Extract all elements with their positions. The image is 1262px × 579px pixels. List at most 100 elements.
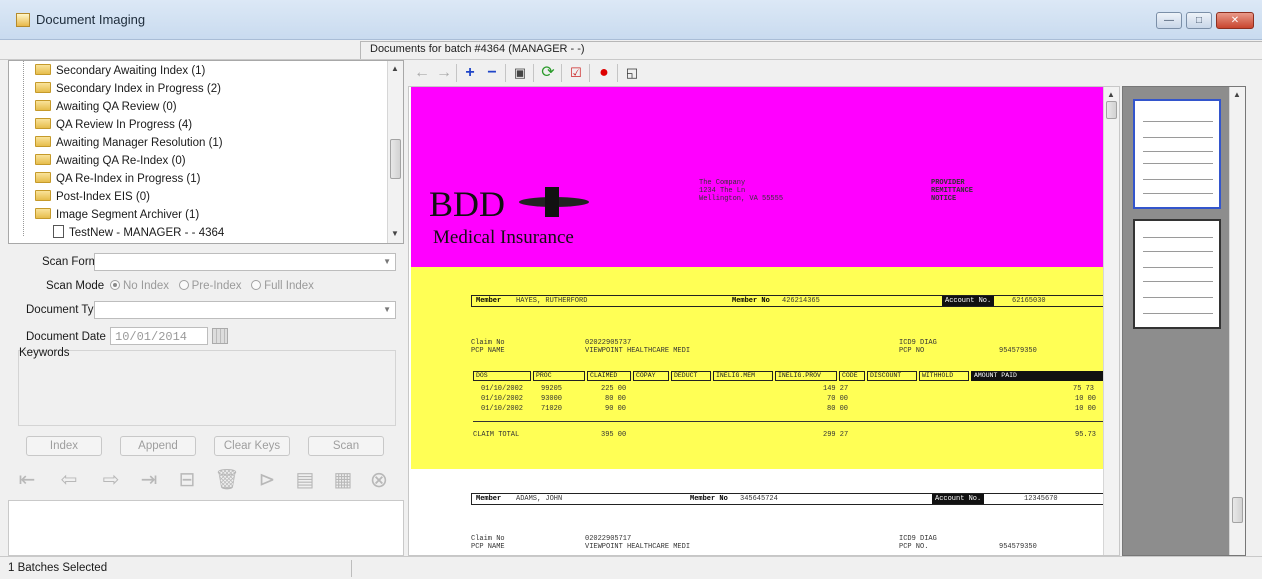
tree-child-item[interactable]: TestNew - MANAGER - - 4364 [53,225,224,243]
scroll-up-icon[interactable]: ▲ [391,64,399,73]
page-scrollbar[interactable]: ▲ [1103,87,1119,555]
radio-no-index[interactable] [110,280,120,290]
scroll-thumb[interactable] [390,139,401,179]
zoom-in-icon[interactable]: + [460,63,480,83]
thumbnail-scrollbar[interactable]: ▲ [1229,87,1245,555]
radio-full-index[interactable] [251,280,262,290]
scroll-thumb[interactable] [1106,101,1117,119]
insert-icon[interactable]: ⊳ [254,468,280,492]
left-panel: Secondary Awaiting Index (1) Secondary I… [8,60,404,556]
claim-no-label: Claim No [471,339,505,347]
scan-format-select[interactable]: ▼ [94,253,396,271]
table-row: 01/10/2002 71020 90 00 80 00 10 00 [481,405,1097,413]
icd-label: ICD9 DIAG [899,535,937,543]
back-arrow-icon[interactable]: ← [412,63,432,83]
move-next-icon[interactable]: ⇨ [98,468,124,492]
pcp-no: 954579350 [999,543,1037,551]
scroll-down-icon[interactable]: ▼ [391,229,399,238]
pcp-label: PCP NAME [471,347,505,355]
annotate-icon[interactable]: ☑ [566,63,586,83]
document-type-select[interactable]: ▼ [94,301,396,319]
status-bar: 1 Batches Selected [0,556,1262,579]
zoom-out-icon[interactable]: − [482,63,502,83]
claim-no-label: Claim No [471,535,505,543]
tree-item[interactable]: Image Segment Archiver (1) [35,208,199,226]
thumbnail-page-2[interactable] [1133,219,1221,329]
folder-icon [35,82,51,93]
folder-icon [35,100,51,111]
tree-item[interactable]: Post-Index EIS (0) [35,190,150,208]
batch-header: Documents for batch #4364 (MANAGER - -) [0,40,1262,60]
pcp-no: 954579350 [999,347,1037,355]
tree-item[interactable]: Secondary Index in Progress (2) [35,82,221,100]
claim-no: 02022905717 [585,535,632,543]
logo-graphic [519,187,589,217]
pcp-name: VIEWPOINT HEALTHCARE MEDI [585,543,691,551]
scan-mode-label: Scan Mode [46,280,105,292]
claim-band: Member HAYES, RUTHERFORD Member No 42621… [411,267,1119,469]
tree-item[interactable]: Awaiting QA Review (0) [35,100,177,118]
scroll-up-icon[interactable]: ▲ [1233,90,1241,99]
radio-pre-index[interactable] [178,280,189,290]
keywords-label: Keywords [19,347,70,359]
tree-item[interactable]: Awaiting QA Re-Index (0) [35,154,186,172]
member-row: Member HAYES, RUTHERFORD Member No 42621… [471,295,1107,307]
document-page[interactable]: BDD Medical Insurance The Company 1234 T… [408,86,1120,556]
document-icon[interactable]: ▦ [330,468,356,492]
chevron-down-icon: ▼ [383,305,391,314]
folder-icon [35,136,51,147]
claim-table-header: DOS PROC CLAIMED COPAY DEDUCT INELIG.MEM… [473,371,1105,381]
tree-item[interactable]: Awaiting Manager Resolution (1) [35,136,223,154]
status-text: 1 Batches Selected [8,562,108,574]
maximize-button[interactable]: □ [1186,12,1212,29]
pcp-name: VIEWPOINT HEALTHCARE MEDI [585,347,691,355]
append-button[interactable]: Append [120,436,196,456]
page-icon[interactable]: ▤ [292,468,318,492]
company-line: The Company [699,179,746,187]
pcp-no-label: PCP NO. [899,543,929,551]
notice-line: REMITTANCE [931,187,974,195]
document-viewer: ← → + − ▣ ⟳ ☑ ● ◱ BDD Medical Insurance … [408,60,1262,556]
clear-keys-button[interactable]: Clear Keys [214,436,290,456]
company-line: Wellington, VA 55555 [699,195,784,203]
fit-page-icon[interactable]: ▣ [510,63,530,83]
batch-label: Documents for batch #4364 (MANAGER - -) [370,43,585,55]
document-date-input[interactable]: 10/01/2014 [110,327,208,345]
scroll-up-icon[interactable]: ▲ [1107,90,1115,99]
window-icon[interactable]: ◱ [622,63,642,83]
pcp-label: PCP NAME [471,543,505,551]
tree-scrollbar[interactable]: ▲ ▼ [387,61,403,243]
close-button[interactable]: ✕ [1216,12,1254,29]
folder-icon [35,154,51,165]
document-icon [53,225,64,238]
rotate-icon[interactable]: ⟳ [538,63,558,83]
app-icon [16,13,30,27]
folder-icon [35,64,51,75]
record-icon[interactable]: ● [594,63,614,83]
document-date-label: Document Date [26,331,106,343]
index-button[interactable]: Index [26,436,102,456]
scan-button[interactable]: Scan [308,436,384,456]
folder-icon [35,208,51,219]
calendar-icon[interactable] [212,328,228,344]
pcp-no-label: PCP NO [899,347,925,355]
logo-subtitle: Medical Insurance [433,227,574,248]
move-first-icon[interactable]: ⇤ [14,468,40,492]
thumbnail-page-1[interactable] [1133,99,1221,209]
logo-text: BDD [429,184,506,224]
move-last-icon[interactable]: ⇥ [136,468,162,492]
tree-item[interactable]: Secondary Awaiting Index (1) [35,64,205,82]
minimize-button[interactable]: — [1156,12,1182,29]
batch-tree[interactable]: Secondary Awaiting Index (1) Secondary I… [8,60,404,244]
tree-item[interactable]: QA Re-Index in Progress (1) [35,172,200,190]
forward-arrow-icon[interactable]: → [434,63,454,83]
delete-icon[interactable]: 🗑 [214,468,240,492]
chevron-down-icon: ▼ [383,257,391,266]
move-prev-icon[interactable]: ⇦ [56,468,82,492]
keywords-box[interactable]: Keywords [18,347,396,426]
scroll-thumb[interactable] [1232,497,1243,523]
details-pane [8,500,404,556]
cancel-icon[interactable]: ⊗ [366,468,392,492]
tree-item[interactable]: QA Review In Progress (4) [35,118,192,136]
split-icon[interactable]: ⊟ [174,468,200,492]
